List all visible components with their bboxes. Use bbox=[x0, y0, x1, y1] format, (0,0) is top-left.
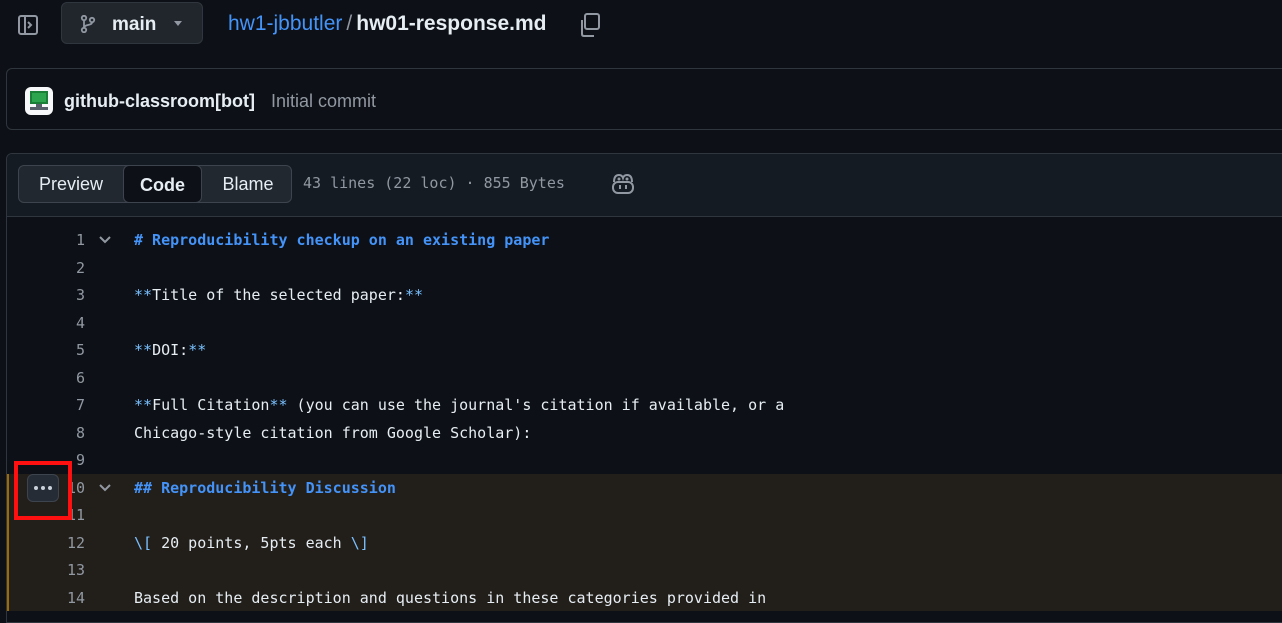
repo-link[interactable]: hw1-jbbutler bbox=[228, 12, 342, 35]
markdown-marker: ** bbox=[188, 341, 207, 359]
highlight-bar bbox=[7, 473, 9, 501]
markdown-marker: ** bbox=[404, 286, 423, 304]
line-number[interactable]: 6 bbox=[37, 369, 85, 387]
line-number[interactable]: 1 bbox=[37, 231, 85, 249]
code-line-highlighted: 10 ## Reproducibility Discussion bbox=[7, 473, 1282, 501]
latest-commit-bar: github-classroom[bot] Initial commit bbox=[6, 68, 1282, 130]
code-line: 3 **Title of the selected paper:** bbox=[7, 281, 1282, 309]
code-line-text: Chicago-style citation from Google Schol… bbox=[134, 423, 532, 442]
highlight-bar bbox=[7, 501, 9, 529]
branch-selector-button[interactable]: main bbox=[61, 2, 203, 44]
file-name: hw01-response.md bbox=[356, 12, 547, 35]
code-line-highlighted: 13 bbox=[7, 556, 1282, 584]
code-content: 1 # Reproducibility checkup on an existi… bbox=[7, 216, 1282, 622]
highlight-bar bbox=[7, 528, 9, 556]
line-number[interactable]: 4 bbox=[37, 314, 85, 332]
line-number[interactable]: 12 bbox=[37, 534, 85, 552]
line-number[interactable]: 2 bbox=[37, 259, 85, 277]
code-line: 6 bbox=[7, 364, 1282, 392]
file-stats: 43 lines (22 loc) · 855 Bytes bbox=[303, 174, 565, 192]
code-line-text: ## Reproducibility Discussion bbox=[134, 478, 396, 497]
code-line: 5 **DOI:** bbox=[7, 336, 1282, 364]
line-number[interactable]: 3 bbox=[37, 286, 85, 304]
file-toolbar: Preview Code Blame 43 lines (22 loc) · 8… bbox=[7, 154, 1282, 217]
line-number[interactable]: 8 bbox=[37, 424, 85, 442]
code-line-text: # Reproducibility checkup on an existing… bbox=[134, 231, 550, 249]
markdown-marker: \] bbox=[350, 533, 369, 552]
markdown-marker: ** bbox=[134, 286, 153, 304]
copilot-button[interactable] bbox=[610, 172, 636, 196]
breadcrumb-separator: / bbox=[346, 12, 353, 35]
code-line-highlighted: 11 bbox=[7, 501, 1282, 529]
code-line: 7 **Full Citation** (you can use the jou… bbox=[7, 391, 1282, 419]
highlight-bar bbox=[7, 583, 9, 611]
code-line-highlighted: 14 Based on the description and question… bbox=[7, 583, 1282, 611]
chevron-down-icon[interactable] bbox=[98, 233, 112, 247]
code-line-text: Based on the description and questions i… bbox=[134, 588, 767, 607]
branch-name: main bbox=[112, 14, 157, 35]
line-number[interactable]: 9 bbox=[37, 451, 85, 469]
code-line: 8 Chicago-style citation from Google Sch… bbox=[7, 419, 1282, 447]
line-number[interactable]: 13 bbox=[37, 561, 85, 579]
code-line: 1 # Reproducibility checkup on an existi… bbox=[7, 226, 1282, 254]
triangle-down-icon bbox=[174, 21, 182, 26]
copy-path-button[interactable] bbox=[578, 12, 602, 38]
code-line: 4 bbox=[7, 309, 1282, 337]
code-line: 2 bbox=[7, 254, 1282, 282]
code-line-text: **DOI:** bbox=[134, 341, 207, 359]
copy-icon bbox=[581, 13, 600, 37]
commit-author-link[interactable]: github-classroom[bot] bbox=[64, 91, 255, 112]
avatar[interactable] bbox=[25, 87, 53, 115]
line-number[interactable]: 5 bbox=[37, 341, 85, 359]
file-viewer: Preview Code Blame 43 lines (22 loc) · 8… bbox=[6, 153, 1282, 623]
line-options-button[interactable] bbox=[27, 474, 59, 502]
copilot-icon bbox=[612, 173, 634, 194]
tab-preview[interactable]: Preview bbox=[19, 166, 123, 202]
highlight-bar bbox=[7, 556, 9, 584]
kebab-horizontal-icon bbox=[34, 486, 52, 490]
markdown-marker: ** bbox=[134, 341, 153, 359]
file-path-header: main hw1-jbbutler / hw01-response.md bbox=[0, 0, 1282, 50]
view-mode-segmented-control: Preview Code Blame bbox=[18, 165, 292, 203]
markdown-marker: ** bbox=[134, 396, 153, 414]
breadcrumb: hw1-jbbutler / hw01-response.md bbox=[228, 12, 546, 36]
commit-message-link[interactable]: Initial commit bbox=[271, 91, 376, 112]
line-number[interactable]: 14 bbox=[37, 589, 85, 607]
code-line-text: **Full Citation** (you can use the journ… bbox=[134, 396, 785, 414]
code-line-highlighted: 12 \[ 20 points, 5pts each \] bbox=[7, 528, 1282, 556]
code-line-text: **Title of the selected paper:** bbox=[134, 286, 423, 304]
sidebar-expand-icon bbox=[18, 15, 38, 35]
line-number[interactable]: 7 bbox=[37, 396, 85, 414]
code-line: 9 bbox=[7, 446, 1282, 474]
markdown-marker: \[ bbox=[134, 533, 153, 552]
tab-blame[interactable]: Blame bbox=[204, 166, 292, 202]
github-classroom-avatar-icon bbox=[25, 87, 53, 115]
markdown-marker: ** bbox=[269, 396, 288, 414]
git-branch-icon bbox=[80, 15, 96, 33]
sidebar-expand-button[interactable] bbox=[14, 11, 42, 39]
code-line-text: \[ 20 points, 5pts each \] bbox=[134, 533, 369, 552]
tab-code[interactable]: Code bbox=[123, 165, 202, 203]
chevron-down-icon[interactable] bbox=[98, 481, 112, 495]
line-number[interactable]: 11 bbox=[37, 506, 85, 524]
